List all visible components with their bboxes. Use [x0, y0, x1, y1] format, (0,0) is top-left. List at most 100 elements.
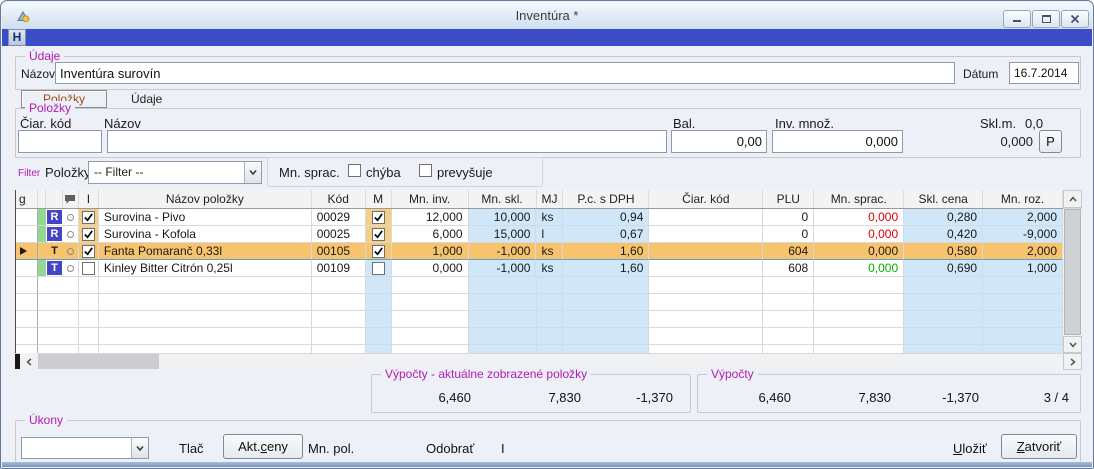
vertical-scrollbar-thumb[interactable] [1064, 209, 1081, 335]
cell-badge[interactable]: R [46, 209, 63, 226]
cell-mn_roz[interactable]: 2,000 [983, 243, 1063, 260]
column-header-mj[interactable]: MJ [537, 190, 564, 208]
cell-i[interactable] [79, 226, 99, 243]
filter-dropdown-button[interactable] [244, 162, 261, 183]
column-header-i[interactable]: I [79, 190, 99, 208]
cell-i[interactable] [79, 209, 99, 226]
cell-strip[interactable] [38, 243, 46, 260]
minimize-button[interactable] [1003, 10, 1031, 28]
column-header-skl_cena[interactable]: Skl. cena [904, 190, 983, 208]
m-checkbox[interactable] [372, 262, 385, 275]
cell-mn_skl[interactable]: -1,000 [469, 260, 537, 277]
column-header-m[interactable]: M [366, 190, 392, 208]
column-header-sel[interactable]: g [16, 190, 38, 208]
h-button[interactable]: H [8, 29, 26, 46]
maximize-button[interactable] [1032, 10, 1060, 28]
cell-mn_roz[interactable]: 1,000 [983, 260, 1063, 277]
mn-pol-button[interactable]: Mn. pol. [308, 441, 354, 456]
i-checkbox[interactable] [82, 211, 95, 224]
cell-mn_roz[interactable]: -9,000 [983, 226, 1063, 243]
column-header-pc[interactable]: P.c. s DPH [563, 190, 649, 208]
cell-strip[interactable] [38, 260, 46, 277]
cell-badge[interactable]: T [46, 260, 63, 277]
cell-plu[interactable]: 0 [763, 226, 814, 243]
cell-pc[interactable]: 0,94 [563, 209, 649, 226]
cell-mn_inv[interactable]: 0,000 [392, 260, 469, 277]
scroll-up-button[interactable] [1063, 190, 1082, 208]
cell-ciar[interactable] [649, 260, 763, 277]
column-header-name[interactable]: Názov položky [99, 190, 312, 208]
cell-skl_cena[interactable]: 0,580 [904, 243, 983, 260]
tab-udaje[interactable]: Údaje [131, 92, 162, 106]
m-checkbox[interactable] [372, 245, 385, 258]
table-row[interactable]: TFanta Pomaranč 0,33l001051,000-1,000ks1… [16, 243, 1063, 260]
cell-ciar[interactable] [649, 226, 763, 243]
cell-pc[interactable]: 1,60 [563, 243, 649, 260]
cell-mn_skl[interactable]: 10,000 [469, 209, 537, 226]
cell-ciar[interactable] [649, 209, 763, 226]
cell-mj[interactable]: ks [536, 243, 563, 260]
prevysuje-checkbox[interactable] [419, 164, 432, 177]
column-header-mn_inv[interactable]: Mn. inv. [392, 190, 469, 208]
cell-mn_roz[interactable]: 2,000 [983, 209, 1063, 226]
i-checkbox[interactable] [82, 262, 95, 275]
inv-mnoz-input[interactable] [772, 130, 903, 153]
close-button[interactable] [1061, 10, 1089, 28]
zatvorit-button[interactable]: Zatvoriť [1001, 434, 1077, 459]
cell-name[interactable]: Kinley Bitter Citrón 0,25l [99, 260, 312, 277]
bal-input[interactable] [671, 130, 767, 153]
cell-plu[interactable]: 0 [763, 209, 814, 226]
cell-note[interactable] [63, 260, 79, 277]
cell-mj[interactable]: ks [536, 260, 563, 277]
title-bar[interactable]: Inventúra * [2, 2, 1092, 29]
cell-i[interactable] [79, 243, 99, 260]
akt-ceny-button[interactable]: Akt. ceny [223, 434, 303, 459]
cell-m[interactable] [366, 260, 392, 277]
cell-kod[interactable]: 00105 [312, 243, 366, 260]
cell-mj[interactable]: ks [536, 209, 563, 226]
cell-mn_inv[interactable]: 12,000 [392, 209, 469, 226]
cell-ciar[interactable] [649, 243, 763, 260]
cell-name[interactable]: Surovina - Kofola [99, 226, 312, 243]
i-checkbox[interactable] [82, 228, 95, 241]
polozky-nazov-input[interactable] [107, 130, 667, 153]
cell-skl_cena[interactable]: 0,420 [904, 226, 983, 243]
i-button[interactable]: I [501, 441, 505, 456]
ukony-dropdown[interactable] [21, 437, 149, 459]
tlac-button[interactable]: Tlač [179, 441, 204, 456]
cell-i[interactable] [79, 260, 99, 277]
cell-sel[interactable] [16, 260, 38, 277]
scroll-down-button[interactable] [1063, 336, 1082, 353]
cell-sel[interactable] [16, 209, 38, 226]
cell-skl_cena[interactable]: 0,280 [904, 209, 983, 226]
table-row[interactable]: TKinley Bitter Citrón 0,25l001090,000-1,… [16, 260, 1063, 277]
cell-note[interactable] [63, 209, 79, 226]
cell-pc[interactable]: 0,67 [563, 226, 649, 243]
cell-note[interactable] [63, 226, 79, 243]
cell-mn_sprac[interactable]: 0,000 [814, 226, 904, 243]
table-row[interactable]: RSurovina - Kofola000256,00015,000l0,670… [16, 226, 1063, 243]
m-checkbox[interactable] [372, 211, 385, 224]
cell-m[interactable] [366, 243, 392, 260]
cell-name[interactable]: Fanta Pomaranč 0,33l [99, 243, 312, 260]
filter-dropdown[interactable]: -- Filter -- [88, 161, 262, 184]
datum-input[interactable] [1009, 62, 1079, 84]
cell-pc[interactable]: 1,60 [563, 260, 649, 277]
chyba-checkbox[interactable] [348, 164, 361, 177]
cell-note[interactable] [63, 243, 79, 260]
cell-strip[interactable] [38, 209, 46, 226]
cell-badge[interactable]: R [46, 226, 63, 243]
scroll-right-button[interactable] [1063, 353, 1082, 370]
cell-mn_inv[interactable]: 1,000 [392, 243, 469, 260]
ukony-dropdown-button[interactable] [131, 438, 148, 458]
cell-m[interactable] [366, 209, 392, 226]
cell-m[interactable] [366, 226, 392, 243]
odobrat-button[interactable]: Odobrať [426, 441, 474, 456]
horizontal-scrollbar-thumb[interactable] [38, 354, 159, 369]
i-checkbox[interactable] [82, 245, 95, 258]
cell-plu[interactable]: 608 [763, 260, 814, 277]
cell-mn_sprac[interactable]: 0,000 [814, 243, 904, 260]
cell-name[interactable]: Surovina - Pivo [99, 209, 312, 226]
scroll-left-button[interactable] [20, 353, 38, 370]
cell-mn_skl[interactable]: -1,000 [469, 243, 537, 260]
